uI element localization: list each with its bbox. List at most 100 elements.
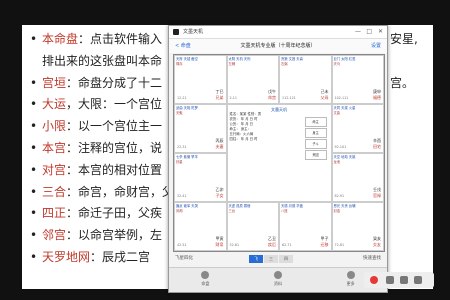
palace-cell[interactable]: 武曲 天相 陀罗 天魁 丙辰 22-31 夫妻	[174, 104, 227, 153]
bullet-term: 四正	[42, 206, 67, 221]
bullet-term: 天罗地网	[42, 250, 91, 264]
minor-stars: 文曲	[333, 110, 341, 115]
palace-cell[interactable]: 天虚 孤辰 寡宿 三台 乙丑 52-61 疾厄	[226, 202, 279, 251]
nav-bar: < 命盘 文墨天机专业版（十周年纪念版） 设置	[169, 39, 387, 53]
minor-stars: 龙池	[333, 159, 341, 164]
bullet-text: ：本宫的相对位置	[66, 162, 163, 177]
quick-search-button[interactable]: 快速查找	[363, 252, 381, 266]
palace-range: 2-11	[229, 96, 237, 101]
palace-range: 22-31	[177, 145, 187, 150]
bullet-text: ：以命宫举例，左	[66, 228, 163, 243]
maximize-icon[interactable]: □	[366, 26, 372, 38]
palace-cell[interactable]: 太阴 天机 天刑 左辅 戊午 2-11 命宫	[226, 55, 279, 104]
bullet-term: 对宫	[42, 162, 67, 177]
bullet-text: ：辰戌二宫	[90, 250, 151, 264]
bullet-term: 本宫	[42, 141, 67, 155]
minor-stars: 凤阁	[176, 208, 183, 213]
title-bar: 文墨天机 — □ ✕	[169, 26, 387, 39]
record-icon[interactable]	[370, 276, 378, 284]
mode-option[interactable]: 飞	[249, 255, 263, 263]
palace-range: 62-71	[282, 243, 292, 248]
menu-icon[interactable]	[414, 276, 422, 284]
minor-stars: 三台	[228, 208, 236, 213]
bullet-line: • 小限：以一个宫位主一	[30, 118, 162, 134]
minor-stars: 八座	[281, 208, 288, 213]
palace-name: 田宅	[373, 144, 381, 150]
bullet-text: ：以一个宫位主一	[66, 119, 163, 134]
bullet-line: • 本命盘：点击软件输入	[30, 31, 162, 47]
bullet-text: ：注释的宫位，说	[66, 141, 163, 155]
palace-cell[interactable]: 廉贞 破军 天哭 凤阁 甲寅 42-51 财帛	[174, 202, 227, 251]
info-box[interactable]: 身主	[304, 128, 327, 138]
info-box[interactable]: 来因	[304, 150, 327, 160]
palace-name: 命宫	[268, 95, 276, 101]
bullet-text: 排出来的这张盘叫本命	[42, 53, 163, 68]
palace-range: 102-111	[334, 96, 349, 101]
close-icon[interactable]: ✕	[378, 26, 383, 38]
bottom-toolbar: 飞星四化 飞 三 四 快速查找	[169, 252, 387, 266]
more-icon	[346, 271, 355, 279]
tab-label: 更多	[346, 281, 355, 286]
minimize-icon[interactable]: —	[355, 26, 361, 38]
palace-cell[interactable]: 天德 月德 华盖 八座 甲子 62-71 迁移	[279, 202, 332, 251]
chart-icon	[201, 271, 210, 279]
palace-cell[interactable]: 天同 天梁 火星 文曲 辛酉 92-101 田宅	[331, 104, 384, 153]
tab-bar: 命盘 资料 更多	[169, 267, 387, 292]
bullet-line: • 宫垣：命盘分成了十二	[30, 75, 162, 91]
palace-range: 72-81	[334, 243, 345, 248]
bullet-dot: •	[30, 97, 38, 112]
recording-controls	[364, 272, 434, 288]
palace-name: 夫妻	[215, 144, 224, 150]
stop-icon[interactable]	[400, 276, 408, 284]
mode-switch[interactable]: 飞 三 四	[249, 255, 294, 263]
bullet-text: ，大限：一个宫位	[66, 97, 163, 112]
bullet-dot: •	[30, 184, 38, 199]
bullet-line: • 邻宫：以命宫举例，左	[30, 227, 162, 243]
bullet-text: ：命盘分成了十二	[66, 75, 163, 90]
bullet-text: ：命迁子田，父疾	[66, 206, 163, 221]
bullet-line: • 三合：命宫，命财宫，父子	[30, 184, 186, 200]
info-box[interactable]: 命主	[304, 117, 327, 127]
mode-option[interactable]: 三	[264, 255, 278, 263]
palace-name: 交友	[373, 242, 381, 248]
fly-star-button[interactable]: 飞星四化	[175, 252, 193, 266]
minor-stars: 禄存	[176, 61, 183, 66]
bullet-tail: 安星,	[390, 32, 418, 46]
palace-cell[interactable]: 恩光 天贵 台辅 封诰 癸亥 72-81 交友	[331, 202, 384, 251]
info-box[interactable]: 子斗	[304, 139, 327, 149]
bullet-dot: •	[30, 162, 38, 177]
palace-name: 福德	[373, 95, 381, 101]
palace-name: 官禄	[373, 193, 381, 199]
palace-cell[interactable]: 天府 天钺 截空 禄存 丁巳 12-21 兄弟	[174, 55, 227, 104]
minor-stars: 天马	[333, 61, 341, 66]
profile-icon	[274, 271, 282, 279]
tab-chart[interactable]: 命盘	[169, 268, 242, 292]
settings-button[interactable]: 设置	[371, 39, 381, 53]
palace-name: 迁移	[320, 242, 329, 248]
bullet-dot: •	[30, 250, 38, 264]
page-title: 文墨天机专业版（十周年纪念版）	[240, 43, 316, 49]
palace-cell[interactable]: 天空 地劫 天姚 龙池 壬戌 82-91 官禄	[331, 153, 384, 202]
bullet-dot: •	[30, 206, 38, 221]
bullet-term: 三合	[42, 184, 67, 199]
palace-stem: 己未	[320, 89, 329, 95]
palace-cell[interactable]: 七杀 紫微 擎羊 铃星 乙卯 32-41 子女	[174, 153, 227, 202]
bullet-dot: •	[30, 228, 38, 243]
tab-profile[interactable]: 资料	[242, 268, 315, 292]
pause-icon[interactable]	[386, 276, 394, 284]
palace-range: 82-91	[334, 194, 345, 199]
bullet-line: 排出来的这张盘叫本命	[30, 53, 162, 69]
palace-name: 疾厄	[268, 242, 276, 248]
minor-stars: 天魁	[176, 110, 183, 115]
palace-cell[interactable]: 巨门 太阳 红鸾 天马 庚申 102-111 福德	[331, 55, 384, 104]
mode-option[interactable]: 四	[279, 255, 293, 263]
app-name: 文墨天机	[183, 29, 204, 35]
bullet-text: ：点击软件输入	[78, 32, 163, 46]
bullet-term: 邻宫	[42, 228, 67, 243]
bullet-line: • 四正：命迁子田，父疾	[30, 205, 162, 221]
bullet-term: 本命盘	[42, 32, 79, 46]
minor-stars: 左辅	[228, 61, 236, 66]
palace-cell[interactable]: 贪狼 文昌 天喜 右弼 己未 112-121 父母	[279, 55, 332, 104]
bullet-line: • 大运，大限：一个宫位	[30, 96, 162, 112]
bullet-dot: •	[30, 32, 38, 46]
